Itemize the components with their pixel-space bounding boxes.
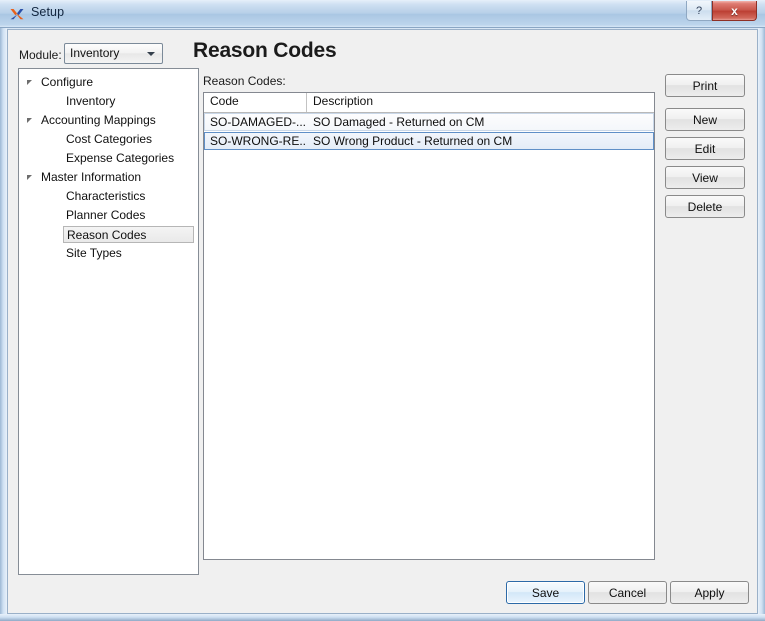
column-header-code[interactable]: Code	[210, 94, 239, 108]
list-caption: Reason Codes:	[203, 74, 286, 88]
apply-button[interactable]: Apply	[670, 581, 749, 604]
expander-triangle-icon[interactable]	[27, 118, 32, 123]
reason-codes-listbox[interactable]: Code Description SO-DAMAGED-... SO Damage…	[203, 92, 655, 560]
print-button[interactable]: Print	[665, 74, 745, 97]
window-border-bottom	[0, 614, 765, 621]
table-row[interactable]: SO-DAMAGED-... SO Damaged - Returned on C…	[204, 113, 654, 131]
window-border-right	[758, 28, 765, 621]
new-button-label: New	[692, 112, 717, 127]
module-selected-value: Inventory	[70, 46, 120, 60]
expander-triangle-icon[interactable]	[27, 175, 32, 180]
help-icon: ?	[695, 4, 703, 17]
module-dropdown[interactable]: Inventory	[64, 43, 163, 64]
tree-item-characteristics[interactable]: Characteristics	[19, 187, 198, 206]
save-button[interactable]: Save	[506, 581, 585, 604]
edit-button[interactable]: Edit	[665, 137, 745, 160]
tree-item-accounting-mappings[interactable]: Accounting Mappings	[19, 111, 198, 130]
tree-item-reason-codes[interactable]: Reason Codes	[19, 225, 198, 244]
column-header-description[interactable]: Description	[313, 94, 373, 108]
window-titlebar[interactable]: Setup ? x	[0, 0, 765, 28]
close-icon: x	[731, 3, 738, 18]
tree-item-label: Site Types	[66, 246, 122, 260]
tree-item-master-information[interactable]: Master Information	[19, 168, 198, 187]
list-header-row: Code Description	[204, 93, 654, 113]
list-body: SO-DAMAGED-... SO Damaged - Returned on C…	[204, 113, 654, 150]
tree-item-label: Reason Codes	[63, 226, 194, 243]
window-title: Setup	[31, 5, 65, 19]
cancel-button-label: Cancel	[608, 585, 647, 600]
window-border-left	[0, 28, 7, 621]
tree-item-label: Accounting Mappings	[41, 113, 156, 127]
save-button-label: Save	[531, 585, 560, 600]
column-divider[interactable]	[306, 93, 307, 112]
tree-item-label: Master Information	[41, 170, 142, 184]
print-button-label: Print	[692, 78, 718, 93]
delete-button-label: Delete	[687, 199, 723, 214]
cell-description: SO Wrong Product - Returned on CM	[313, 134, 513, 148]
cancel-button[interactable]: Cancel	[588, 581, 667, 604]
x-logo-icon	[10, 9, 24, 20]
help-button[interactable]: ?	[686, 1, 712, 21]
tree-item-label: Expense Categories	[66, 151, 175, 165]
page-title: Reason Codes	[193, 39, 337, 62]
cell-code: SO-WRONG-RE...	[210, 134, 306, 148]
table-row[interactable]: SO-WRONG-RE... SO Wrong Product - Returne…	[204, 132, 654, 150]
dialog-client-area: Module: Inventory Reason Codes Configure…	[7, 29, 758, 614]
tree-item-label: Cost Categories	[66, 132, 153, 146]
expander-triangle-icon[interactable]	[27, 80, 32, 85]
tree-item-label: Configure	[41, 75, 94, 89]
navigation-tree[interactable]: Configure Inventory Accounting Mappings Cos…	[18, 68, 199, 575]
apply-button-label: Apply	[694, 585, 725, 600]
tree-item-configure[interactable]: Configure	[19, 73, 198, 92]
tree-item-site-types[interactable]: Site Types	[19, 244, 198, 263]
new-button[interactable]: New	[665, 108, 745, 131]
cell-description: SO Damaged - Returned on CM	[313, 115, 485, 129]
tree-item-expense-categories[interactable]: Expense Categories	[19, 149, 198, 168]
setup-window: Setup ? x Module: Inventory Reason Codes…	[0, 0, 765, 621]
view-button-label: View	[692, 170, 718, 185]
delete-button[interactable]: Delete	[665, 195, 745, 218]
tree-item-label: Inventory	[66, 94, 116, 108]
tree-item-label: Planner Codes	[66, 208, 146, 222]
cell-code: SO-DAMAGED-...	[210, 115, 306, 129]
chevron-down-icon	[147, 52, 155, 56]
module-label: Module:	[19, 48, 62, 62]
tree-item-cost-categories[interactable]: Cost Categories	[19, 130, 198, 149]
tree-item-planner-codes[interactable]: Planner Codes	[19, 206, 198, 225]
tree-item-inventory[interactable]: Inventory	[19, 92, 198, 111]
edit-button-label: Edit	[694, 141, 716, 156]
close-button[interactable]: x	[712, 1, 757, 21]
view-button[interactable]: View	[665, 166, 745, 189]
tree-item-label: Characteristics	[66, 189, 146, 203]
